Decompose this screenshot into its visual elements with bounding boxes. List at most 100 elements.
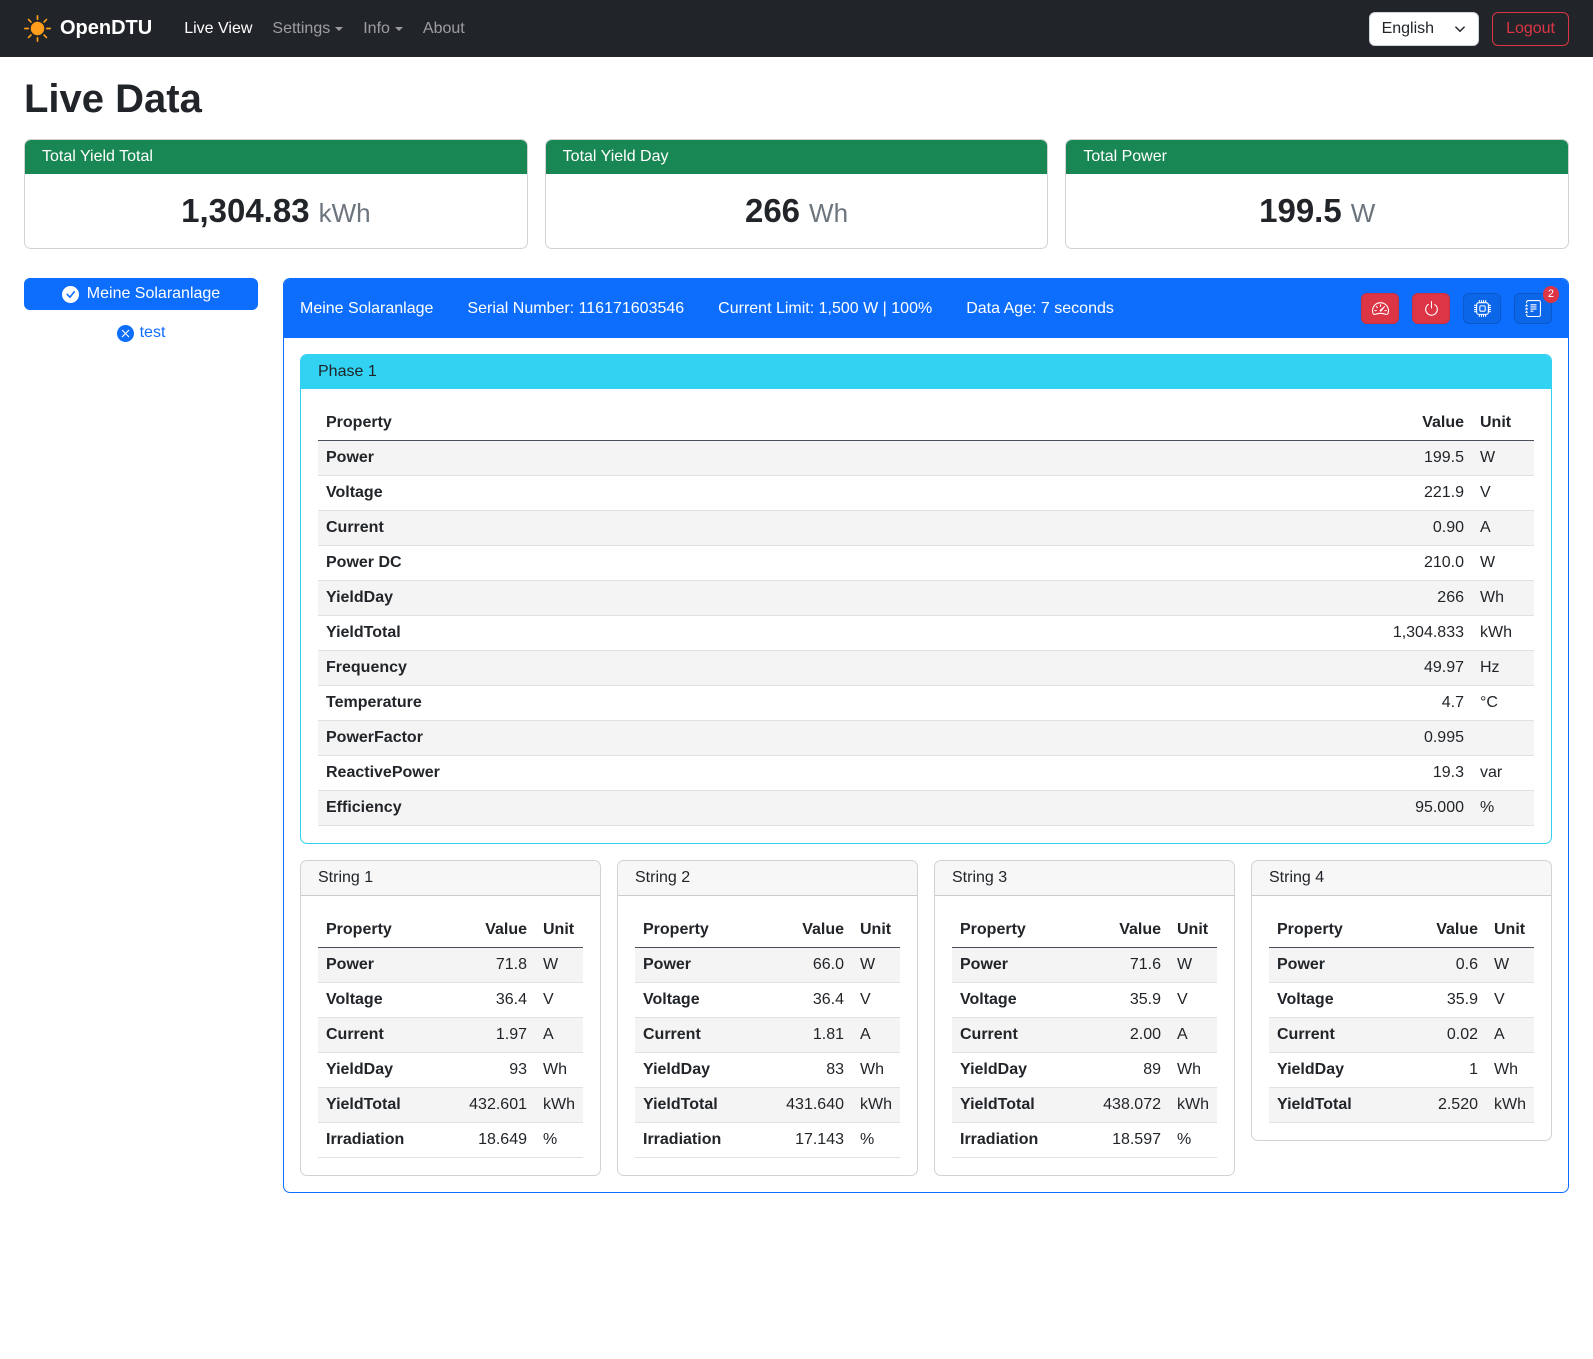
value-cell: 1,304.833 <box>1362 616 1472 651</box>
value-cell: 221.9 <box>1362 476 1472 511</box>
property-cell: Current <box>318 511 1362 546</box>
col-header-unit: Unit <box>1472 406 1534 441</box>
table-row: Power71.6W <box>952 948 1217 983</box>
inverter-select-label: Meine Solaranlage <box>87 285 220 303</box>
value-cell: 1 <box>1414 1053 1486 1088</box>
navbar-right: English Logout <box>1369 12 1569 46</box>
phase-card-title: Phase 1 <box>301 355 1551 389</box>
string-table: Property Value Unit Power71.8W Voltage36… <box>318 913 583 1158</box>
table-row: Voltage221.9V <box>318 476 1534 511</box>
strings-row: String 1 Property Value Unit <box>300 860 1552 1176</box>
table-header-row: Property Value Unit <box>318 406 1534 441</box>
property-cell: YieldDay <box>635 1053 778 1088</box>
string-table: Property Value Unit Power0.6W Voltage35.… <box>1269 913 1534 1123</box>
string-card-title: String 4 <box>1252 861 1551 896</box>
inverter-panel-header: Meine Solaranlage Serial Number: 1161716… <box>284 279 1568 338</box>
value-cell: 36.4 <box>778 983 852 1018</box>
property-cell: YieldTotal <box>318 616 1362 651</box>
device-info-button[interactable] <box>1463 293 1501 324</box>
col-header-unit: Unit <box>535 913 583 948</box>
inverter-name: Meine Solaranlage <box>300 300 433 318</box>
property-cell: YieldDay <box>1269 1053 1414 1088</box>
table-row: Current1.97A <box>318 1018 583 1053</box>
table-row: Power0.6W <box>1269 948 1534 983</box>
table-header-row: Property Value Unit <box>952 913 1217 948</box>
col-header-property: Property <box>1269 913 1414 948</box>
unit-cell: A <box>535 1018 583 1053</box>
nav-links: Live View Settings Info About <box>174 12 475 46</box>
chevron-down-icon <box>1454 23 1466 35</box>
value-cell: 0.90 <box>1362 511 1472 546</box>
unit-cell: Wh <box>1169 1053 1217 1088</box>
value-cell: 19.3 <box>1362 756 1472 791</box>
unit-cell: Wh <box>1472 581 1534 616</box>
value-cell: 89 <box>1095 1053 1169 1088</box>
summary-card-title: Total Yield Day <box>546 140 1048 174</box>
col-header-value: Value <box>1095 913 1169 948</box>
property-cell: Power <box>318 948 461 983</box>
property-cell: Power <box>318 441 1362 476</box>
value-cell: 0.02 <box>1414 1018 1486 1053</box>
event-log-button[interactable]: 2 <box>1514 293 1552 324</box>
value-cell: 210.0 <box>1362 546 1472 581</box>
col-header-unit: Unit <box>1486 913 1534 948</box>
table-row: Irradiation17.143% <box>635 1123 900 1158</box>
table-row: Irradiation18.649% <box>318 1123 583 1158</box>
unit-cell: A <box>1472 511 1534 546</box>
property-cell: PowerFactor <box>318 721 1362 756</box>
table-header-row: Property Value Unit <box>1269 913 1534 948</box>
col-header-value: Value <box>461 913 535 948</box>
power-button[interactable] <box>1412 293 1450 324</box>
value-cell: 2.520 <box>1414 1088 1486 1123</box>
unit-cell: kWh <box>1472 616 1534 651</box>
property-cell: YieldDay <box>318 1053 461 1088</box>
phase-table: Property Value Unit Power199.5W Voltage2… <box>318 406 1534 826</box>
table-row: Temperature4.7°C <box>318 686 1534 721</box>
nav-settings[interactable]: Settings <box>262 12 353 46</box>
inverter-panel: Meine Solaranlage Serial Number: 1161716… <box>283 278 1569 1193</box>
language-select[interactable]: English <box>1369 12 1479 46</box>
unit-cell: V <box>1486 983 1534 1018</box>
unit-cell: V <box>535 983 583 1018</box>
string-card-2: String 2 Property Value Unit <box>617 860 918 1176</box>
table-row: YieldDay83Wh <box>635 1053 900 1088</box>
caret-down-icon <box>335 27 343 31</box>
col-header-unit: Unit <box>1169 913 1217 948</box>
value-cell: 35.9 <box>1414 983 1486 1018</box>
brand-label: OpenDTU <box>60 17 152 40</box>
property-cell: Efficiency <box>318 791 1362 826</box>
value-cell: 438.072 <box>1095 1088 1169 1123</box>
value-cell: 1.81 <box>778 1018 852 1053</box>
logout-button[interactable]: Logout <box>1492 12 1569 46</box>
unit-cell: A <box>852 1018 900 1053</box>
unit-cell: W <box>1169 948 1217 983</box>
nav-live-view[interactable]: Live View <box>174 12 262 46</box>
nav-about[interactable]: About <box>413 12 475 46</box>
inverter-link-test[interactable]: test <box>117 324 166 342</box>
inverter-select-button[interactable]: Meine Solaranlage <box>24 278 258 310</box>
table-row: Voltage36.4V <box>318 983 583 1018</box>
value-cell: 2.00 <box>1095 1018 1169 1053</box>
property-cell: Power <box>635 948 778 983</box>
table-row: Current0.02A <box>1269 1018 1534 1053</box>
unit-cell: var <box>1472 756 1534 791</box>
property-cell: YieldTotal <box>1269 1088 1414 1123</box>
navbar: OpenDTU Live View Settings Info About En… <box>0 0 1593 57</box>
col-header-value: Value <box>1362 406 1472 441</box>
limit-settings-button[interactable] <box>1361 293 1399 324</box>
x-circle-icon <box>117 325 134 342</box>
table-row: Voltage35.9V <box>952 983 1217 1018</box>
unit-cell: W <box>1486 948 1534 983</box>
value-cell: 432.601 <box>461 1088 535 1123</box>
table-row: Voltage35.9V <box>1269 983 1534 1018</box>
unit-cell: W <box>1472 441 1534 476</box>
nav-info[interactable]: Info <box>353 12 413 46</box>
value-cell: 95.000 <box>1362 791 1472 826</box>
brand[interactable]: OpenDTU <box>24 15 152 42</box>
value-cell: 35.9 <box>1095 983 1169 1018</box>
property-cell: Irradiation <box>952 1123 1095 1158</box>
string-table: Property Value Unit Power71.6W Voltage35… <box>952 913 1217 1158</box>
property-cell: Power DC <box>318 546 1362 581</box>
unit-cell <box>1472 721 1534 756</box>
value-cell: 18.597 <box>1095 1123 1169 1158</box>
